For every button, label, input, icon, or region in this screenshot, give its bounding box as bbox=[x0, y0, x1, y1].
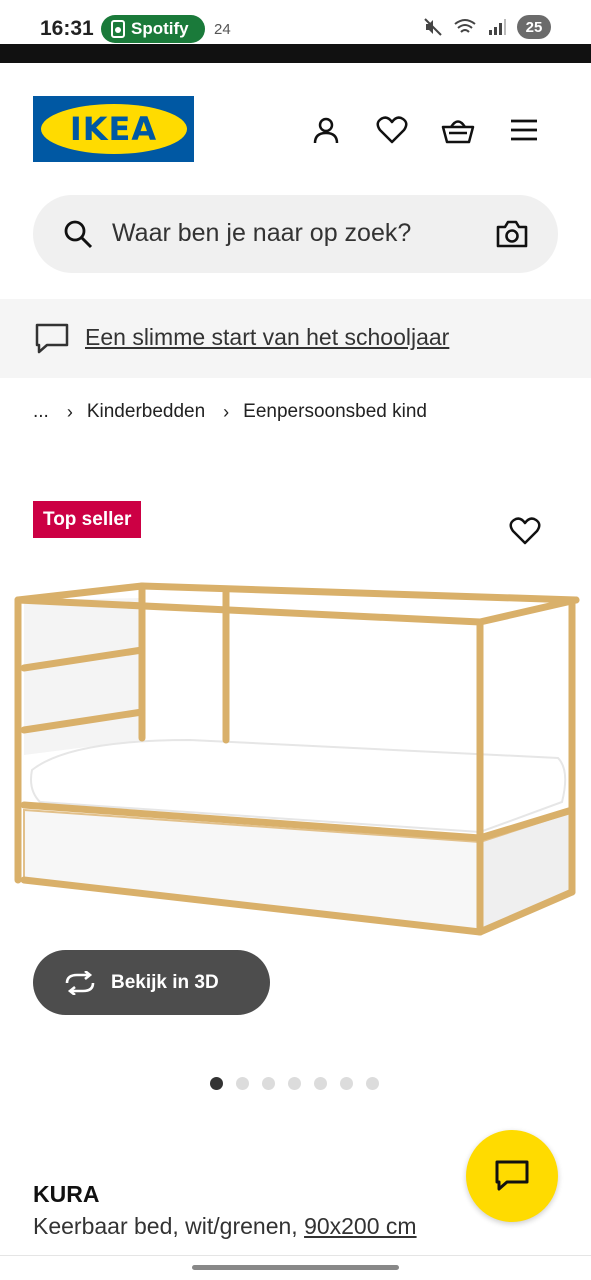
product-image[interactable] bbox=[10, 580, 582, 940]
basket-icon[interactable] bbox=[441, 113, 475, 147]
wifi-icon bbox=[454, 19, 476, 33]
menu-icon[interactable] bbox=[507, 113, 541, 147]
breadcrumb: ... › Kinderbedden › Eenpersoonsbed kind bbox=[33, 401, 427, 423]
carousel-dot[interactable] bbox=[210, 1077, 223, 1090]
header-icons bbox=[309, 113, 541, 147]
mute-icon bbox=[424, 18, 442, 36]
top-seller-badge: Top seller bbox=[33, 501, 142, 538]
promo-link[interactable]: Een slimme start van het schooljaar bbox=[85, 324, 449, 351]
carousel-dot[interactable] bbox=[366, 1077, 379, 1090]
carousel-dot[interactable] bbox=[314, 1077, 327, 1090]
view-3d-label: Bekijk in 3D bbox=[111, 971, 219, 993]
search-bar[interactable]: Waar ben je naar op zoek? bbox=[33, 195, 558, 273]
account-icon[interactable] bbox=[309, 113, 343, 147]
chevron-right-icon: › bbox=[66, 401, 73, 422]
status-icons: 25 bbox=[423, 15, 551, 39]
spotify-label: Spotify bbox=[131, 19, 189, 38]
promo-banner[interactable]: Een slimme start van het schooljaar bbox=[0, 299, 591, 378]
status-time: 16:31 bbox=[40, 17, 94, 40]
product-description-text: Keerbaar bed, wit/grenen, bbox=[33, 1213, 298, 1239]
spotify-pill[interactable]: Spotify bbox=[101, 15, 205, 43]
carousel-dot[interactable] bbox=[236, 1077, 249, 1090]
black-band bbox=[0, 44, 591, 63]
notification-count: 24 bbox=[214, 21, 231, 38]
chat-bubble-icon bbox=[35, 323, 69, 354]
signal-icon bbox=[489, 19, 506, 35]
camera-icon[interactable] bbox=[496, 219, 528, 249]
ikea-logo[interactable]: IKEA bbox=[33, 96, 194, 162]
breadcrumb-item-kinderbedden[interactable]: Kinderbedden bbox=[87, 401, 205, 423]
status-bar: 16:31 Spotify 24 25 bbox=[0, 0, 591, 44]
search-input[interactable]: Waar ben je naar op zoek? bbox=[112, 219, 411, 248]
carousel-dot[interactable] bbox=[262, 1077, 275, 1090]
image-carousel-dots bbox=[210, 1077, 379, 1090]
search-icon bbox=[64, 220, 93, 249]
breadcrumb-ellipsis[interactable]: ... bbox=[33, 401, 49, 423]
chat-button[interactable] bbox=[466, 1130, 558, 1222]
battery-indicator: 25 bbox=[517, 15, 551, 39]
carousel-dot[interactable] bbox=[340, 1077, 353, 1090]
rotate-3d-icon bbox=[65, 970, 95, 995]
speaker-icon bbox=[111, 20, 125, 38]
ikea-logo-text: IKEA bbox=[40, 104, 187, 154]
heart-icon[interactable] bbox=[375, 113, 409, 147]
divider bbox=[0, 1255, 591, 1256]
carousel-dot[interactable] bbox=[288, 1077, 301, 1090]
product-size-link[interactable]: 90x200 cm bbox=[304, 1213, 417, 1239]
chevron-right-icon: › bbox=[223, 401, 230, 422]
view-3d-button[interactable]: Bekijk in 3D bbox=[33, 950, 270, 1015]
chat-icon bbox=[495, 1160, 529, 1191]
breadcrumb-item-eenpersoonsbed[interactable]: Eenpersoonsbed kind bbox=[243, 401, 427, 423]
product-description: Keerbaar bed, wit/grenen, 90x200 cm bbox=[33, 1213, 417, 1240]
product-name: KURA bbox=[33, 1181, 100, 1207]
site-header: IKEA bbox=[0, 63, 591, 193]
favorite-heart-icon[interactable] bbox=[509, 516, 541, 548]
home-indicator[interactable] bbox=[192, 1265, 399, 1270]
